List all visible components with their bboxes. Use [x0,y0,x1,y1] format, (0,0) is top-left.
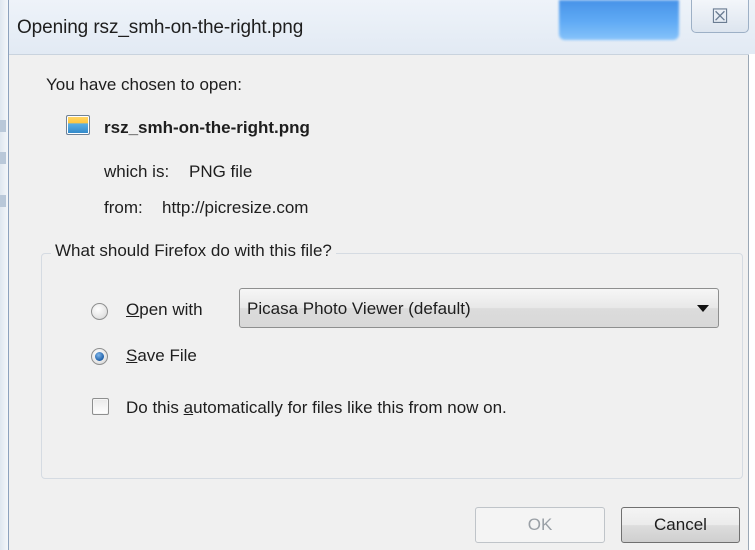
auto-action-mnemonic: a [183,398,194,417]
open-with-label-rest: pen with [139,300,203,319]
auto-action-label-end: utomatically for files like this from no… [193,398,507,417]
download-dialog: Opening rsz_smh-on-the-right.png ☒ You h… [8,0,755,550]
open-with-label[interactable]: Open with [126,300,203,320]
auto-action-label-start: Do this [126,398,184,417]
open-with-app-select[interactable]: Picasa Photo Viewer (default) [239,288,719,328]
edge-mark [0,120,6,132]
title-bar[interactable]: Opening rsz_smh-on-the-right.png ☒ [9,0,755,54]
dialog-body: You have chosen to open: rsz_smh-on-the-… [9,54,749,550]
file-type-value: PNG file [189,162,253,181]
action-groupbox [41,253,743,479]
save-file-label-rest: ave File [137,346,197,365]
png-image-file-icon [66,115,90,135]
close-button[interactable]: ☒ [691,0,749,33]
action-group-legend: What should Firefox do with this file? [51,241,336,261]
file-source-label: from: [104,198,143,217]
file-source-value: http://picresize.com [162,198,309,217]
file-type-label: which is: [104,162,170,181]
chosen-label: You have chosen to open: [46,75,242,94]
titlebar-highlight [559,0,679,40]
open-with-app-value: Picasa Photo Viewer (default) [247,299,471,318]
edge-mark [0,152,6,164]
edge-mark [0,195,6,207]
divider [9,54,749,55]
ok-button[interactable]: OK [475,507,605,543]
file-name: rsz_smh-on-the-right.png [104,118,310,137]
open-with-mnemonic: O [126,300,140,319]
save-file-label[interactable]: Save File [126,346,197,366]
cancel-button[interactable]: Cancel [621,507,740,543]
window-title: Opening rsz_smh-on-the-right.png [17,17,304,38]
save-file-radio[interactable] [91,348,108,365]
background-window-edge [0,0,8,550]
save-file-mnemonic: S [126,346,138,365]
screen: Opening rsz_smh-on-the-right.png ☒ You h… [0,0,755,550]
auto-action-checkbox[interactable] [92,398,109,415]
dropdown-arrow-icon [697,305,709,312]
open-with-radio[interactable] [91,303,108,320]
close-icon: ☒ [711,4,729,28]
auto-action-label[interactable]: Do this automatically for files like thi… [126,398,507,418]
